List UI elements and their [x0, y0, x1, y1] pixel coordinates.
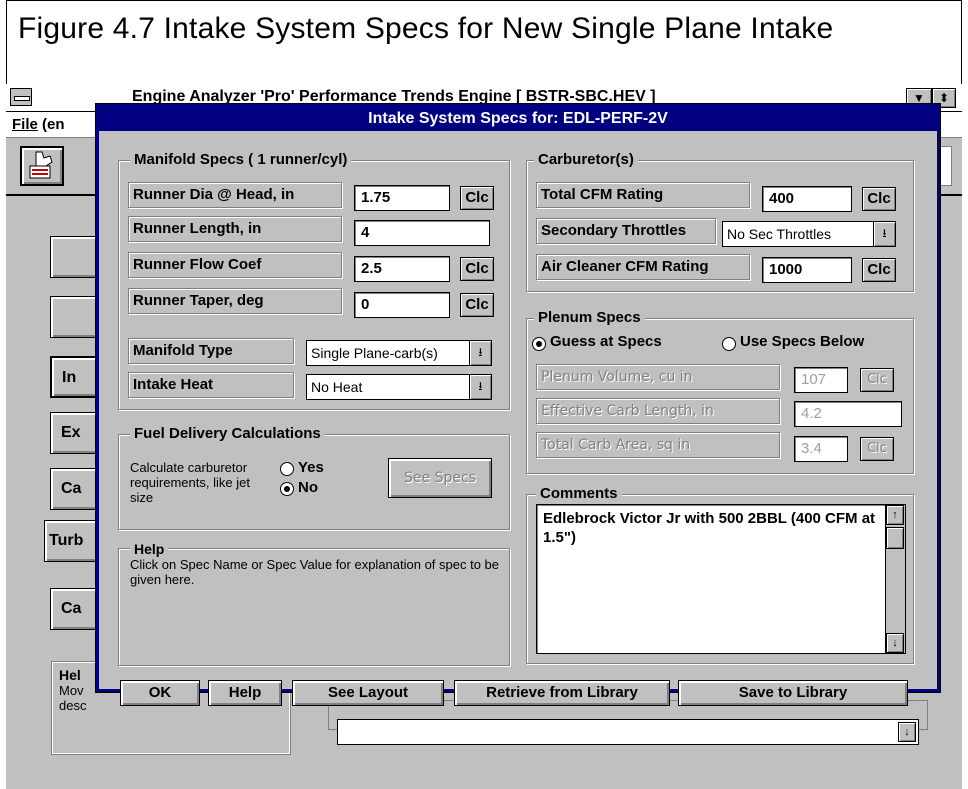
background-bottom-dropdown[interactable]: ↓	[337, 719, 919, 745]
effective-carb-length-input[interactable]: 4.2	[794, 401, 902, 427]
plenum-volume-label[interactable]: Plenum Volume, cu in	[536, 364, 780, 390]
manifold-type-select[interactable]: Single Plane-carb(s) ⭳	[306, 340, 492, 366]
help-text: Click on Spec Name or Spec Value for exp…	[130, 557, 500, 587]
runner-dia-label[interactable]: Runner Dia @ Head, in	[128, 182, 342, 208]
total-cfm-input[interactable]: 400	[762, 186, 852, 212]
runner-taper-clc-button[interactable]: Clc	[460, 293, 494, 317]
scroll-up-icon[interactable]: ↑	[886, 505, 904, 525]
secondary-throttles-value: No Sec Throttles	[727, 226, 832, 242]
effective-carb-length-label[interactable]: Effective Carb Length, in	[536, 398, 780, 424]
runner-flow-coef-clc-button[interactable]: Clc	[460, 257, 494, 281]
runner-flow-coef-label[interactable]: Runner Flow Coef	[128, 252, 342, 278]
total-carb-area-clc-button[interactable]: Clc	[860, 437, 894, 461]
runner-length-input[interactable]: 4	[354, 220, 490, 246]
intake-heat-value: No Heat	[311, 379, 363, 395]
use-specs-radio[interactable]	[722, 337, 736, 351]
chevron-down-icon[interactable]: ⭳	[469, 341, 491, 365]
plenum-volume-clc-button[interactable]: Clc	[860, 368, 894, 392]
scroll-down-icon[interactable]: ↓	[886, 633, 904, 653]
ok-button[interactable]: OK	[120, 680, 200, 706]
runner-dia-input[interactable]: 1.75	[354, 185, 450, 211]
runner-taper-label[interactable]: Runner Taper, deg	[128, 288, 342, 314]
menu-file-label: File	[12, 116, 38, 133]
dialog-title: Intake System Specs for: EDL-PERF-2V	[99, 107, 937, 131]
comments-label: Comments	[536, 485, 622, 502]
runner-flow-coef-input[interactable]: 2.5	[354, 256, 450, 282]
comments-text: Edlebrock Victor Jr with 500 2BBL (400 C…	[543, 510, 876, 546]
use-specs-label[interactable]: Use Specs Below	[740, 333, 864, 350]
figure-caption: Figure 4.7 Intake System Specs for New S…	[18, 12, 834, 45]
carburetor-label: Carburetor(s)	[534, 151, 638, 168]
help-label: Help	[130, 542, 169, 556]
comments-textarea[interactable]: Edlebrock Victor Jr with 500 2BBL (400 C…	[536, 504, 906, 654]
runner-length-label[interactable]: Runner Length, in	[128, 216, 342, 242]
manifold-specs-label: Manifold Specs ( 1 runner/cyl)	[130, 151, 352, 168]
air-cleaner-cfm-label[interactable]: Air Cleaner CFM Rating	[536, 254, 750, 280]
guess-specs-radio[interactable]	[532, 337, 546, 351]
help-button[interactable]: Help	[208, 680, 282, 706]
manifold-type-value: Single Plane-carb(s)	[311, 345, 438, 361]
intake-heat-label[interactable]: Intake Heat	[128, 372, 294, 398]
see-specs-button[interactable]: See Specs	[388, 458, 492, 498]
manifold-type-label[interactable]: Manifold Type	[128, 338, 294, 364]
secondary-throttles-select[interactable]: No Sec Throttles ⭳	[722, 221, 896, 247]
hand-pointer-icon	[29, 151, 53, 179]
runner-taper-input[interactable]: 0	[354, 292, 450, 318]
fuel-yes-label[interactable]: Yes	[298, 459, 324, 476]
secondary-throttles-label[interactable]: Secondary Throttles	[536, 218, 716, 244]
fuel-no-radio[interactable]	[280, 482, 294, 496]
comments-scrollbar[interactable]: ↑ ↓	[885, 505, 905, 653]
plenum-volume-input[interactable]: 107	[794, 367, 848, 393]
air-cleaner-clc-button[interactable]: Clc	[862, 258, 896, 282]
fuel-no-label[interactable]: No	[298, 479, 318, 496]
chevron-down-icon[interactable]: ⭳	[873, 222, 895, 246]
menu-file[interactable]: File (en	[12, 116, 65, 133]
total-carb-area-label[interactable]: Total Carb Area, sq in	[536, 432, 780, 458]
plenum-specs-label: Plenum Specs	[534, 309, 645, 326]
toolbar-engine-icon[interactable]	[20, 146, 64, 186]
total-cfm-label[interactable]: Total CFM Rating	[536, 182, 750, 208]
fuel-yes-radio[interactable]	[280, 462, 294, 476]
save-to-library-button[interactable]: Save to Library	[678, 680, 908, 706]
fuel-delivery-label: Fuel Delivery Calculations	[130, 425, 325, 442]
guess-specs-label[interactable]: Guess at Specs	[550, 333, 662, 350]
total-carb-area-input[interactable]: 3.4	[794, 436, 848, 462]
total-cfm-clc-button[interactable]: Clc	[862, 187, 896, 211]
intake-heat-select[interactable]: No Heat ⭳	[306, 374, 492, 400]
retrieve-from-library-button[interactable]: Retrieve from Library	[454, 680, 670, 706]
dropdown-arrow-icon[interactable]: ↓	[898, 722, 916, 742]
runner-dia-clc-button[interactable]: Clc	[460, 186, 494, 210]
system-menu-icon[interactable]	[10, 88, 32, 106]
chevron-down-icon[interactable]: ⭳	[469, 375, 491, 399]
menu-file-suffix: (en	[37, 116, 65, 133]
scroll-thumb[interactable]	[886, 527, 904, 549]
fuel-delivery-description: Calculate carburetor requirements, like …	[130, 460, 250, 505]
air-cleaner-cfm-input[interactable]: 1000	[762, 257, 852, 283]
see-layout-button[interactable]: See Layout	[292, 680, 444, 706]
